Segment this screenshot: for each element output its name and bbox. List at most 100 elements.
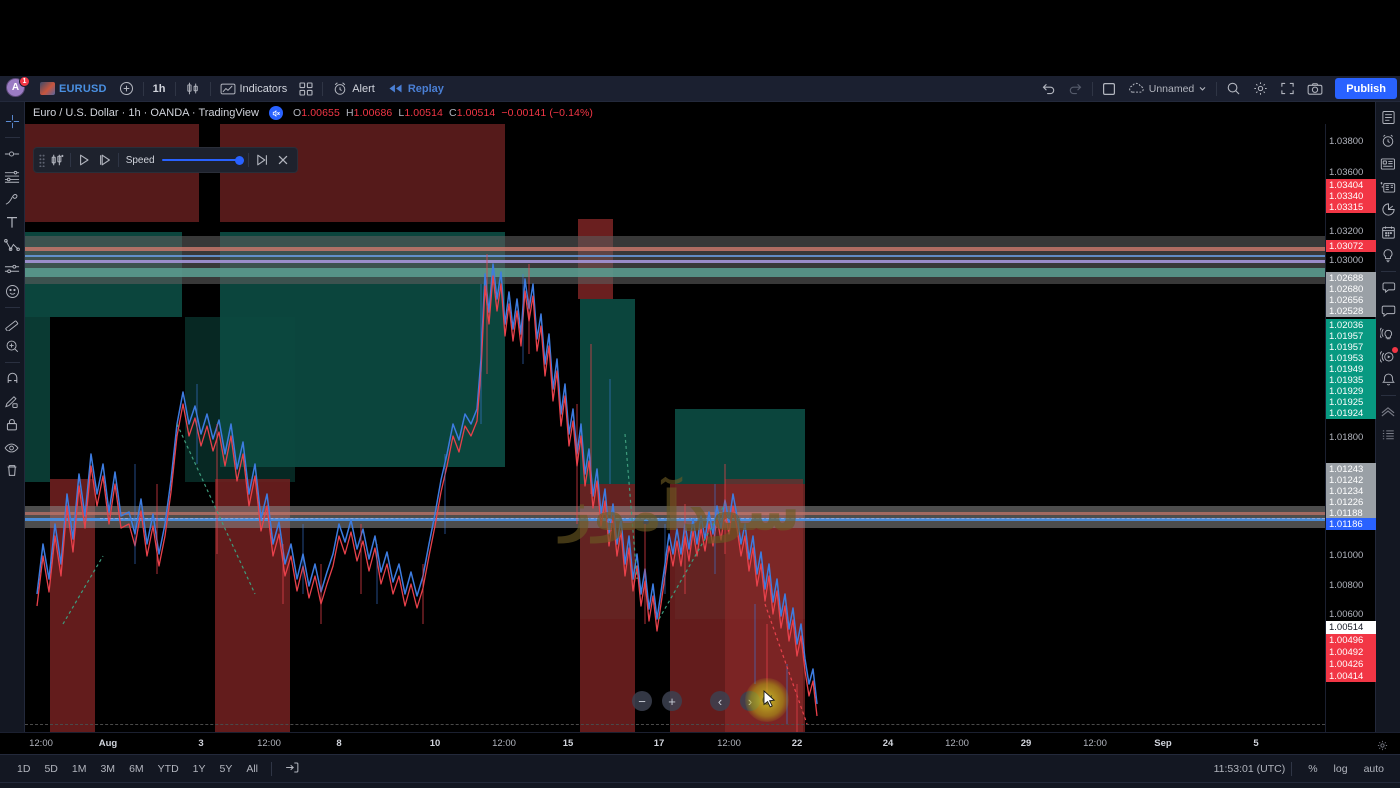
range-6m[interactable]: 6M xyxy=(122,760,151,778)
templates-button[interactable] xyxy=(293,79,319,99)
emoji-sticker-icon[interactable] xyxy=(2,280,23,303)
patterns-icon[interactable] xyxy=(2,234,23,257)
speaker-mute-icon[interactable] xyxy=(269,106,283,120)
price-scale[interactable]: 1.03800 1.03600 1.03200 1.03000 1.01800 … xyxy=(1325,124,1376,732)
divider xyxy=(1380,395,1396,396)
drawing-mode-pencil-icon[interactable] xyxy=(2,390,23,413)
user-avatar[interactable]: A 1 xyxy=(6,75,30,100)
top-toolbar-left: A 1 EURUSD 1h Indicators Alert Replay xyxy=(0,75,450,102)
replay-button[interactable]: Replay xyxy=(381,79,450,99)
chart-canvas[interactable]: سودآموز − + ‹ › xyxy=(25,124,1325,732)
speed-slider-knob[interactable] xyxy=(235,155,245,165)
candle-wicks-blue xyxy=(134,274,788,724)
alert-button[interactable]: Alert xyxy=(326,79,381,99)
range-1m[interactable]: 1M xyxy=(65,760,94,778)
details-card-icon[interactable] xyxy=(1378,152,1399,175)
undo-arrow-icon xyxy=(1042,84,1054,95)
drag-dots-icon[interactable] xyxy=(38,153,47,167)
public-chat-icon[interactable] xyxy=(1378,276,1399,299)
lock-drawings-icon[interactable] xyxy=(2,413,23,436)
fib-retracement-icon[interactable] xyxy=(2,165,23,188)
remove-drawings-trash-icon[interactable] xyxy=(2,459,23,482)
zoom-in-icon[interactable] xyxy=(2,335,23,358)
replay-jump-to-button[interactable] xyxy=(47,150,67,170)
timeframe-button[interactable]: 1h xyxy=(147,79,172,99)
replay-play-button[interactable] xyxy=(74,150,94,170)
replay-skip-to-end-button[interactable] xyxy=(252,150,272,170)
layout-button[interactable] xyxy=(1096,79,1122,99)
prediction-tool-icon[interactable] xyxy=(2,257,23,280)
grid-templates-icon xyxy=(299,81,313,96)
range-ytd[interactable]: YTD xyxy=(151,760,186,778)
search-button[interactable] xyxy=(1220,79,1247,99)
range-5y[interactable]: 5Y xyxy=(213,760,240,778)
range-1y[interactable]: 1Y xyxy=(186,760,213,778)
session-clock: 11:53:01 (UTC) xyxy=(1213,762,1286,775)
publish-button[interactable]: Publish xyxy=(1335,78,1397,99)
save-layout-button[interactable]: Unnamed xyxy=(1122,79,1214,99)
collapse-chevrons-icon[interactable] xyxy=(1378,400,1399,423)
range-1d[interactable]: 1D xyxy=(10,760,37,778)
magnet-mode-icon[interactable] xyxy=(2,367,23,390)
step-forward-icon xyxy=(99,154,110,166)
scale-log-button[interactable]: log xyxy=(1328,760,1354,778)
data-window-pie-icon[interactable] xyxy=(1378,198,1399,221)
add-symbol-button[interactable] xyxy=(113,79,140,99)
text-tool-icon[interactable] xyxy=(2,211,23,234)
notifications-bell-icon[interactable] xyxy=(1378,368,1399,391)
alerts-clock-icon[interactable] xyxy=(1378,129,1399,152)
broadcast-stream-icon[interactable] xyxy=(1378,322,1399,345)
news-feed-icon[interactable] xyxy=(1378,175,1399,198)
divider xyxy=(1091,81,1093,96)
cross-cursor-icon[interactable] xyxy=(2,110,23,133)
replay-close-button[interactable] xyxy=(273,150,293,170)
fullscreen-button[interactable] xyxy=(1274,79,1301,99)
time-tick: 12:00 xyxy=(1083,738,1107,749)
private-chat-icon[interactable] xyxy=(1378,299,1399,322)
settings-button[interactable] xyxy=(1247,79,1274,99)
go-to-date-button[interactable] xyxy=(278,758,306,780)
object-tree-icon[interactable] xyxy=(1378,423,1399,446)
divider xyxy=(174,81,176,96)
zoom-out-button[interactable]: − xyxy=(632,691,652,711)
price-badge: 1.03315 xyxy=(1326,201,1376,213)
scale-percent-button[interactable]: % xyxy=(1302,760,1323,778)
replay-step-forward-button[interactable] xyxy=(94,150,114,170)
symbol-search-button[interactable]: EURUSD xyxy=(34,79,113,99)
chart-style-button[interactable] xyxy=(179,79,207,99)
indicators-button[interactable]: Indicators xyxy=(214,79,294,99)
redo-button[interactable] xyxy=(1062,79,1089,99)
measure-ruler-icon[interactable] xyxy=(2,312,23,335)
range-all[interactable]: All xyxy=(239,760,265,778)
timeframe-label: 1h xyxy=(152,82,166,95)
price-tick: 1.00600 xyxy=(1329,609,1364,620)
scroll-left-button[interactable]: ‹ xyxy=(710,691,730,711)
trend-line-icon[interactable] xyxy=(2,142,23,165)
price-badge-current: 1.00514 xyxy=(1326,621,1376,634)
brush-draw-icon[interactable] xyxy=(2,188,23,211)
time-tick: 24 xyxy=(882,738,894,749)
hotlist-calendar-icon[interactable] xyxy=(1378,221,1399,244)
search-icon xyxy=(1227,82,1240,95)
camera-icon xyxy=(1307,82,1323,95)
range-3m[interactable]: 3M xyxy=(93,760,122,778)
ohlc-close-value: 1.00514 xyxy=(456,107,496,119)
ideas-lightbulb-icon[interactable] xyxy=(1378,244,1399,267)
hide-drawings-eye-icon[interactable] xyxy=(2,436,23,459)
scale-auto-button[interactable]: auto xyxy=(1358,760,1390,778)
zoom-in-button[interactable]: + xyxy=(662,691,682,711)
top-toolbar: A 1 EURUSD 1h Indicators Alert Replay Un… xyxy=(0,75,1400,102)
time-tick: 15 xyxy=(562,738,574,749)
go-to-date-icon xyxy=(286,762,299,772)
time-tick: 12:00 xyxy=(945,738,969,749)
time-scale[interactable]: 12:00 Aug 3 12:00 8 10 12:00 15 17 12:00… xyxy=(0,732,1400,754)
undo-button[interactable] xyxy=(1035,79,1062,99)
watchlist-icon[interactable] xyxy=(1378,106,1399,129)
range-5d[interactable]: 5D xyxy=(37,760,64,778)
reset-chart-button[interactable] xyxy=(757,690,777,710)
price-tick: 1.00800 xyxy=(1329,580,1364,591)
divider xyxy=(209,81,211,96)
speed-slider[interactable] xyxy=(161,155,245,165)
snapshot-button[interactable] xyxy=(1301,79,1329,99)
live-stream-icon[interactable] xyxy=(1378,345,1399,368)
